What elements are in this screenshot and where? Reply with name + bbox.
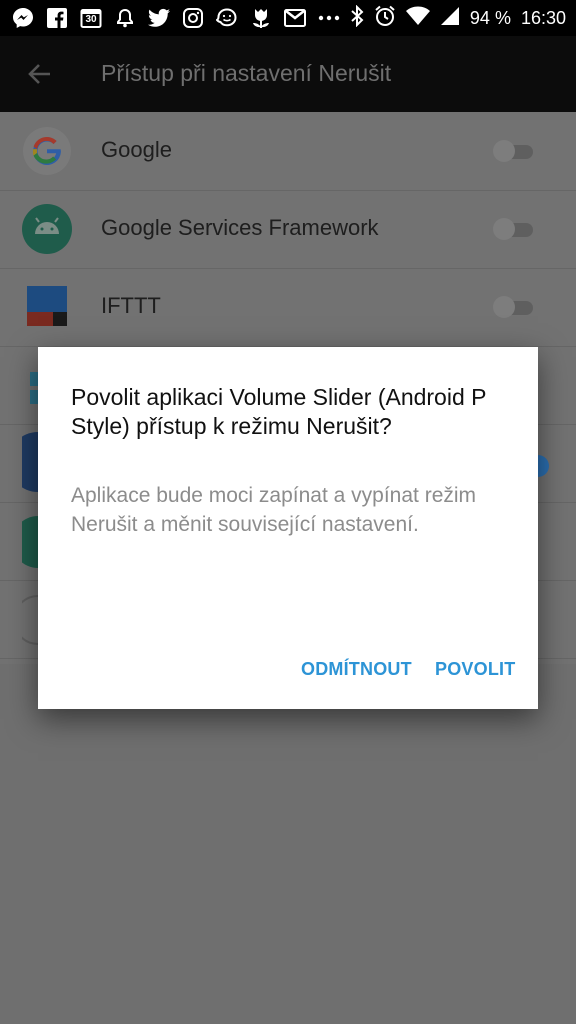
dialog-message: Aplikace bude moci zapínat a vypínat rež… (71, 484, 477, 536)
dialog-title: Povolit aplikaci Volume Slider (Android … (71, 384, 487, 439)
deny-button[interactable]: ODMÍTNOUT (301, 659, 412, 680)
toggle-switch[interactable] (493, 218, 537, 240)
wifi-icon (405, 6, 430, 31)
ifttt-icon (22, 282, 72, 332)
toggle-switch[interactable] (493, 296, 537, 318)
app-bar: Přístup při nastavení Nerušit (0, 36, 576, 112)
google-icon (22, 126, 72, 176)
bell-icon (114, 7, 136, 29)
list-item-google[interactable]: Google (0, 112, 576, 191)
list-item-label: Google (101, 137, 172, 162)
list-item-label: IFTTT (101, 293, 161, 318)
twitter-icon (148, 7, 170, 29)
tulip-icon (250, 7, 272, 29)
gmail-icon (284, 7, 306, 29)
alarm-icon (374, 5, 396, 32)
list-item-ifttt[interactable]: IFTTT (0, 268, 576, 347)
app-icon (12, 512, 38, 572)
list-item-label: Google Services Framework (101, 215, 379, 240)
toggle-switch[interactable] (493, 140, 537, 162)
list-item-google-services-framework[interactable]: Google Services Framework (0, 190, 576, 269)
page-title: Přístup při nastavení Nerušit (101, 60, 392, 86)
messenger-icon (12, 7, 34, 29)
instagram-icon (182, 7, 204, 29)
battery-percent: 94 % (469, 7, 511, 28)
android-icon (22, 204, 72, 254)
more-dots-icon (318, 7, 340, 29)
bluetooth-icon (350, 4, 364, 32)
calendar-icon: 30 (80, 7, 102, 29)
back-arrow-icon[interactable] (26, 60, 54, 88)
facebook-icon (46, 7, 68, 29)
app-icon (8, 430, 38, 494)
allow-button[interactable]: POVOLIT (435, 659, 515, 680)
app-icon (13, 590, 39, 650)
calendar-day: 30 (85, 14, 97, 25)
signal-icon (440, 6, 460, 31)
permission-dialog: Povolit aplikaci Volume Slider (Android … (38, 347, 538, 709)
clock-time: 16:30 (520, 7, 566, 28)
status-bar: 30 94 % 16:30 (0, 0, 576, 36)
waze-icon (216, 7, 238, 29)
